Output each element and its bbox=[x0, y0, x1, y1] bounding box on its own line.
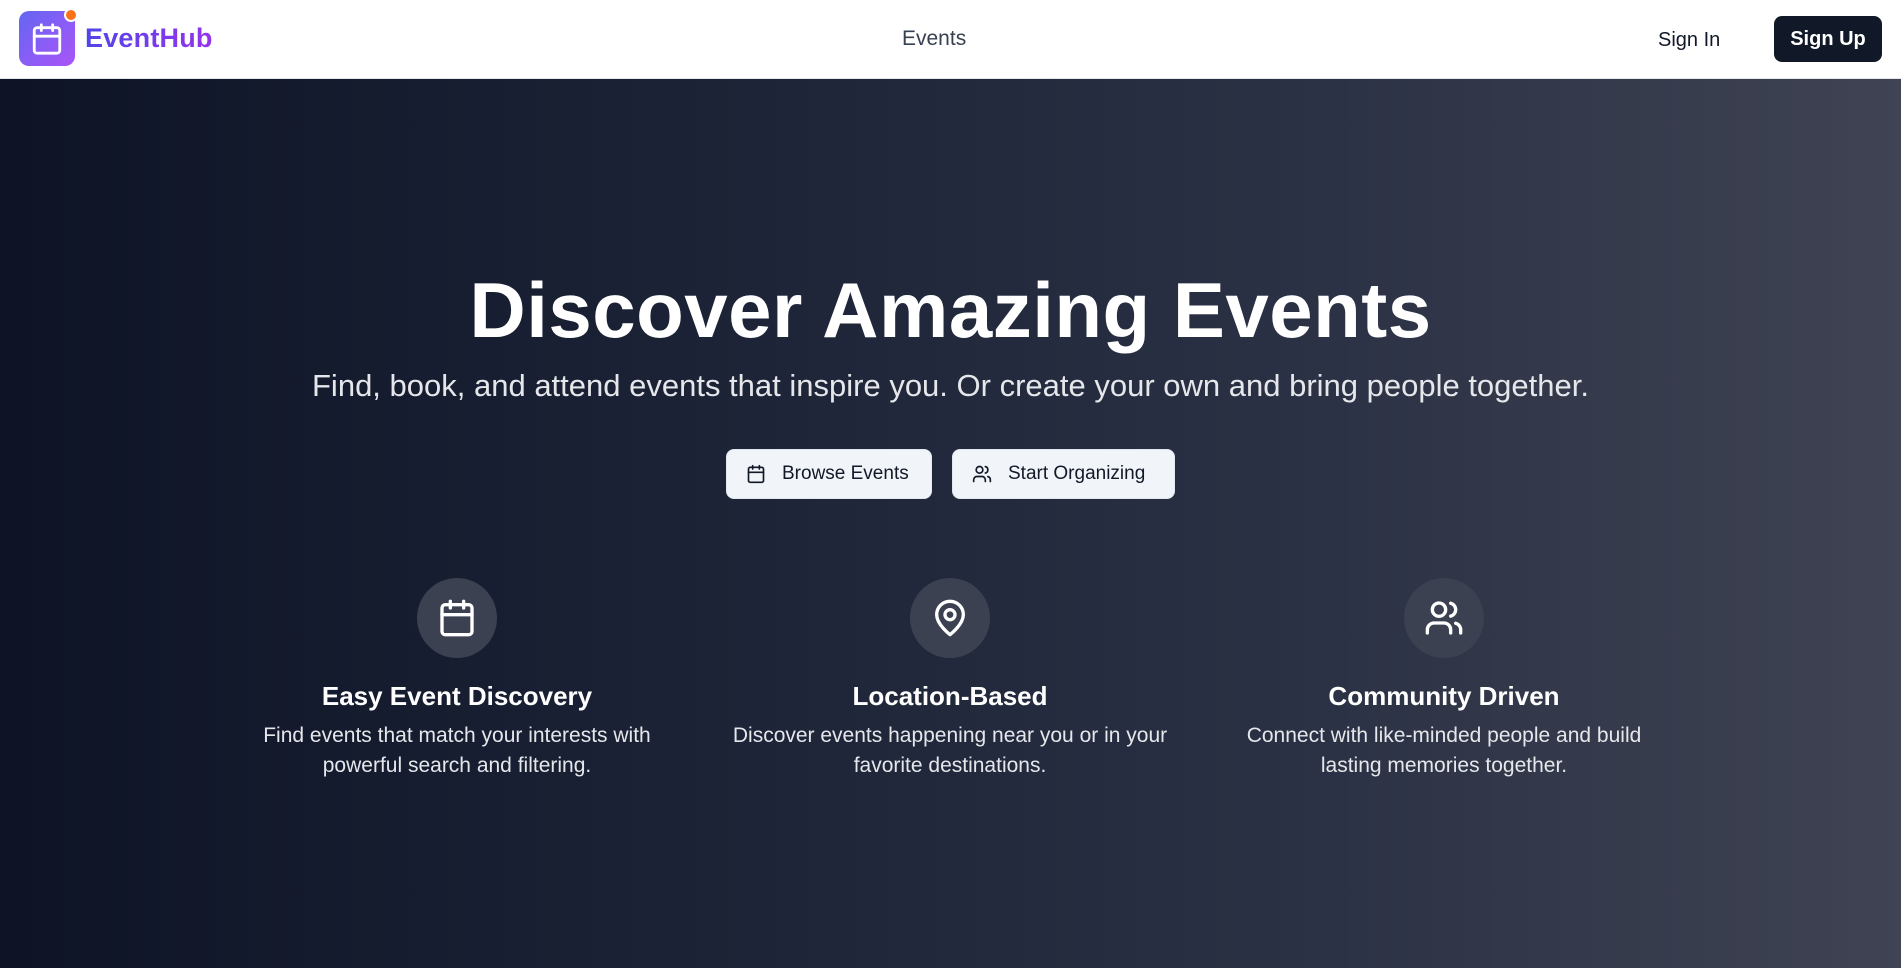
feature-icon-circle bbox=[417, 578, 497, 658]
start-organizing-label: Start Organizing bbox=[1008, 463, 1146, 484]
feature-description: Connect with like-minded people and buil… bbox=[1246, 724, 1642, 777]
start-organizing-button[interactable]: Start Organizing bbox=[952, 449, 1175, 499]
feature-description: Discover events happening near you or in… bbox=[732, 724, 1168, 777]
calendar-icon bbox=[440, 599, 474, 637]
browse-events-label: Browse Events bbox=[782, 463, 909, 484]
notification-dot bbox=[64, 8, 78, 22]
top-navbar: EventHub Events Sign In Sign Up bbox=[0, 0, 1901, 79]
feature-card-community: Community Driven Connect with like-minde… bbox=[1214, 578, 1674, 781]
feature-title: Location-Based bbox=[852, 681, 1048, 711]
calendar-icon bbox=[32, 22, 62, 55]
hero-section: Discover Amazing Events Find, book, and … bbox=[0, 79, 1901, 968]
feature-title: Community Driven bbox=[1328, 681, 1560, 711]
map-pin-icon bbox=[935, 599, 965, 637]
feature-card-location: Location-Based Discover events happening… bbox=[720, 578, 1180, 781]
calendar-icon bbox=[747, 464, 765, 484]
hero-title: Discover Amazing Events bbox=[469, 266, 1432, 354]
nav-link-events[interactable]: Events bbox=[902, 24, 966, 54]
feature-icon-circle bbox=[1404, 578, 1484, 658]
feature-icon-circle bbox=[910, 578, 990, 658]
sign-in-button[interactable]: Sign In bbox=[1658, 21, 1720, 59]
brand-logo-link[interactable]: EventHub bbox=[19, 8, 213, 66]
logo-badge bbox=[19, 8, 78, 66]
users-icon bbox=[1425, 601, 1463, 635]
brand-name: EventHub bbox=[85, 23, 213, 53]
feature-card-discovery: Easy Event Discovery Find events that ma… bbox=[227, 578, 687, 781]
users-icon bbox=[972, 465, 992, 483]
feature-description: Find events that match your interests wi… bbox=[263, 724, 651, 777]
feature-title: Easy Event Discovery bbox=[321, 681, 593, 711]
hero-subtitle: Find, book, and attend events that inspi… bbox=[312, 368, 1589, 403]
browse-events-button[interactable]: Browse Events bbox=[726, 449, 932, 499]
sign-up-button[interactable]: Sign Up bbox=[1774, 16, 1882, 62]
